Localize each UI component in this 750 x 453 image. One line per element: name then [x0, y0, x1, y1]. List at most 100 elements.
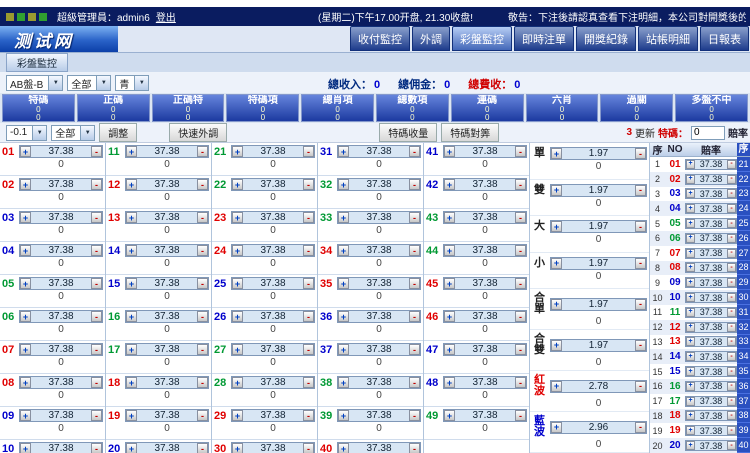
odds-increase-button[interactable]: +	[444, 410, 455, 421]
odds-increase-button[interactable]: +	[686, 307, 695, 317]
odds-increase-button[interactable]: +	[551, 148, 562, 159]
odds-decrease-button[interactable]: -	[635, 380, 646, 392]
odds-decrease-button[interactable]: -	[91, 245, 102, 256]
odds-decrease-button[interactable]: -	[727, 233, 736, 243]
odds-increase-button[interactable]: +	[232, 377, 243, 388]
odds-increase-button[interactable]: +	[126, 179, 137, 190]
odds-decrease-button[interactable]: -	[727, 322, 736, 332]
odds-increase-button[interactable]: +	[338, 278, 349, 289]
odds-increase-button[interactable]: +	[338, 410, 349, 421]
odds-decrease-button[interactable]: -	[197, 245, 208, 256]
odds-decrease-button[interactable]: -	[727, 441, 736, 451]
adjust-button[interactable]: 調整	[99, 123, 138, 142]
odds-increase-button[interactable]: +	[686, 322, 695, 332]
odds-decrease-button[interactable]: -	[91, 443, 102, 453]
odds-decrease-button[interactable]: -	[91, 410, 102, 421]
odds-decrease-button[interactable]: -	[197, 410, 208, 421]
odds-decrease-button[interactable]: -	[515, 344, 526, 355]
odds-increase-button[interactable]: +	[338, 146, 349, 157]
odds-increase-button[interactable]: +	[338, 377, 349, 388]
odds-decrease-button[interactable]: -	[727, 204, 736, 214]
tab-即時注單[interactable]: 即時注單	[514, 26, 574, 51]
odds-increase-button[interactable]: +	[232, 278, 243, 289]
odds-increase-button[interactable]: +	[551, 298, 562, 310]
odds-increase-button[interactable]: +	[126, 344, 137, 355]
odds-increase-button[interactable]: +	[232, 245, 243, 256]
board-select[interactable]: AB盤-B ▼	[6, 75, 64, 91]
odds-decrease-button[interactable]: -	[91, 278, 102, 289]
odds-decrease-button[interactable]: -	[635, 421, 646, 433]
odds-decrease-button[interactable]: -	[635, 257, 646, 269]
odds-decrease-button[interactable]: -	[727, 293, 736, 303]
odds-decrease-button[interactable]: -	[409, 146, 420, 157]
odds-increase-button[interactable]: +	[551, 380, 562, 392]
odds-decrease-button[interactable]: -	[409, 344, 420, 355]
odds-decrease-button[interactable]: -	[197, 377, 208, 388]
odds-increase-button[interactable]: +	[126, 212, 137, 223]
quick-adjust-button[interactable]: 快速外調	[169, 123, 228, 142]
odds-decrease-button[interactable]: -	[197, 443, 208, 453]
odds-decrease-button[interactable]: -	[197, 344, 208, 355]
odds-decrease-button[interactable]: -	[409, 245, 420, 256]
odds-decrease-button[interactable]: -	[515, 146, 526, 157]
odds-decrease-button[interactable]: -	[409, 311, 420, 322]
odds-increase-button[interactable]: +	[686, 381, 695, 391]
odds-decrease-button[interactable]: -	[515, 179, 526, 190]
odds-increase-button[interactable]: +	[20, 212, 31, 223]
odds-increase-button[interactable]: +	[686, 189, 695, 199]
odds-decrease-button[interactable]: -	[727, 219, 736, 229]
odds-decrease-button[interactable]: -	[727, 352, 736, 362]
odds-increase-button[interactable]: +	[444, 278, 455, 289]
odds-increase-button[interactable]: +	[444, 179, 455, 190]
odds-decrease-button[interactable]: -	[727, 337, 736, 347]
odds-decrease-button[interactable]: -	[91, 212, 102, 223]
odds-decrease-button[interactable]: -	[727, 248, 736, 258]
odds-increase-button[interactable]: +	[686, 263, 695, 273]
odds-increase-button[interactable]: +	[338, 443, 349, 453]
odds-increase-button[interactable]: +	[551, 257, 562, 269]
odds-increase-button[interactable]: +	[126, 146, 137, 157]
odds-decrease-button[interactable]: -	[727, 174, 736, 184]
odds-increase-button[interactable]: +	[338, 311, 349, 322]
odds-increase-button[interactable]: +	[686, 367, 695, 377]
odds-increase-button[interactable]: +	[232, 311, 243, 322]
odds-decrease-button[interactable]: -	[727, 159, 736, 169]
odds-decrease-button[interactable]: -	[635, 339, 646, 351]
odds-increase-button[interactable]: +	[551, 421, 562, 433]
odds-increase-button[interactable]: +	[686, 204, 695, 214]
odds-increase-button[interactable]: +	[444, 377, 455, 388]
odds-decrease-button[interactable]: -	[303, 410, 314, 421]
odds-increase-button[interactable]: +	[126, 278, 137, 289]
odds-increase-button[interactable]: +	[126, 245, 137, 256]
special-code-input[interactable]	[691, 125, 725, 140]
odds-decrease-button[interactable]: -	[303, 212, 314, 223]
odds-increase-button[interactable]: +	[20, 146, 31, 157]
odds-increase-button[interactable]: +	[686, 426, 695, 436]
odds-increase-button[interactable]: +	[686, 219, 695, 229]
odds-decrease-button[interactable]: -	[727, 426, 736, 436]
odds-increase-button[interactable]: +	[232, 179, 243, 190]
odds-decrease-button[interactable]: -	[515, 245, 526, 256]
odds-decrease-button[interactable]: -	[409, 443, 420, 453]
odds-decrease-button[interactable]: -	[197, 212, 208, 223]
odds-increase-button[interactable]: +	[686, 174, 695, 184]
odds-decrease-button[interactable]: -	[515, 278, 526, 289]
odds-decrease-button[interactable]: -	[303, 377, 314, 388]
odds-decrease-button[interactable]: -	[727, 396, 736, 406]
odds-increase-button[interactable]: +	[232, 344, 243, 355]
odds-decrease-button[interactable]: -	[197, 278, 208, 289]
odds-increase-button[interactable]: +	[20, 344, 31, 355]
odds-decrease-button[interactable]: -	[303, 146, 314, 157]
tab-站帳明細[interactable]: 站帳明細	[638, 26, 698, 51]
odds-decrease-button[interactable]: -	[303, 245, 314, 256]
odds-increase-button[interactable]: +	[20, 443, 31, 453]
odds-increase-button[interactable]: +	[126, 311, 137, 322]
odds-increase-button[interactable]: +	[686, 337, 695, 347]
odds-increase-button[interactable]: +	[20, 278, 31, 289]
odds-decrease-button[interactable]: -	[91, 146, 102, 157]
odds-increase-button[interactable]: +	[686, 278, 695, 288]
odds-increase-button[interactable]: +	[338, 344, 349, 355]
odds-decrease-button[interactable]: -	[197, 311, 208, 322]
odds-increase-button[interactable]: +	[126, 410, 137, 421]
logout-link[interactable]: 登出	[156, 9, 176, 24]
